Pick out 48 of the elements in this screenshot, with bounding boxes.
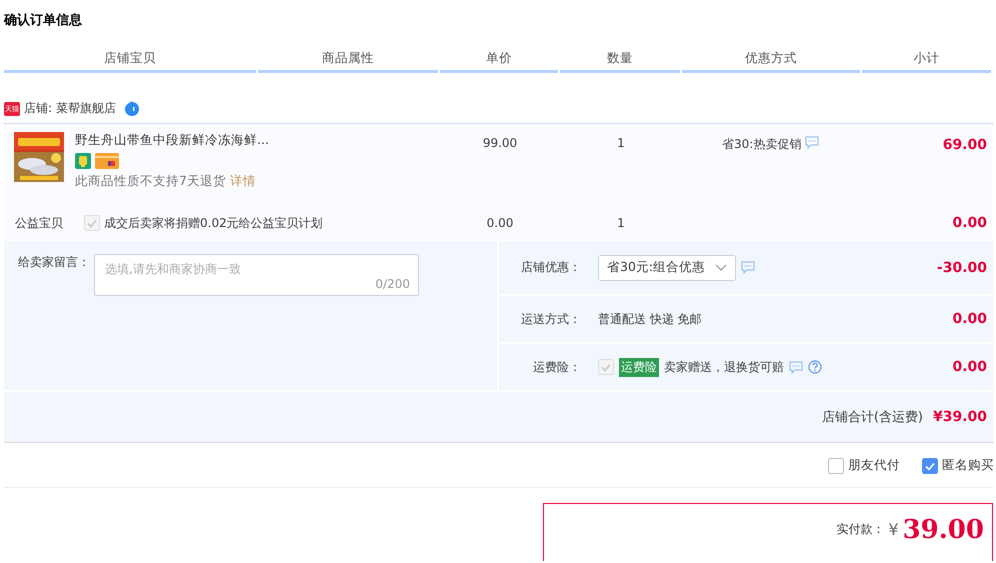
return-note: 此商品性质不支持7天退货	[75, 173, 226, 188]
store-total: ¥39.00	[932, 409, 987, 425]
column-header: 小计	[914, 50, 940, 65]
page-title: 确认订单信息	[2, 12, 83, 29]
checkbox[interactable]	[922, 458, 938, 474]
column-header: 数量	[607, 50, 633, 65]
shipping-method: 普通配送 快递 免邮	[598, 310, 702, 328]
option-label: 店铺优惠：	[520, 259, 581, 276]
unit-price: 99.00	[482, 136, 518, 150]
card-icon	[95, 153, 119, 169]
product-name[interactable]: 野生舟山带鱼中段新鲜冷冻海鲜...	[75, 132, 269, 149]
option-amount: 0.00	[952, 359, 987, 375]
store-name[interactable]: 店铺: 菜帮旗舰店	[24, 100, 116, 117]
option-amount: -30.00	[936, 260, 987, 276]
column-header: 商品属性	[322, 50, 374, 65]
store-total-label: 店铺合计(含运费)	[822, 409, 923, 426]
column-header: 店铺宝贝	[104, 50, 156, 65]
service-icon	[75, 153, 91, 169]
unit-price: 0.00	[486, 216, 514, 230]
column-header: 优惠方式	[745, 50, 797, 65]
chat-icon[interactable]	[741, 261, 756, 274]
option-label: 运送方式：	[520, 310, 581, 328]
character-counter: 0/200	[375, 277, 410, 291]
option-label: 运费险：	[532, 358, 581, 376]
promotion: 省30:热卖促销	[722, 136, 802, 153]
chat-bubble-icon[interactable]	[124, 100, 140, 116]
insurance-tag: 运费险	[619, 358, 659, 376]
charity-text: 成交后卖家将捐赠0.02元给公益宝贝计划	[104, 214, 323, 232]
checkbox-label[interactable]: 朋友代付	[848, 457, 900, 474]
charity-label: 公益宝贝	[15, 214, 63, 232]
insurance-text: 卖家赠送，退换货可赔	[664, 358, 784, 376]
discount-dropdown[interactable]: 省30元:组合优惠	[598, 254, 736, 280]
quantity: 1	[617, 216, 625, 230]
currency-symbol: ¥	[888, 520, 899, 539]
subtotal: 0.00	[952, 215, 987, 231]
checkbox-label[interactable]: 匿名购买	[942, 457, 994, 474]
chat-icon[interactable]	[789, 360, 803, 374]
quantity: 1	[617, 136, 625, 150]
payment-label: 实付款：	[836, 521, 884, 538]
option-amount: 0.00	[952, 311, 987, 327]
subtotal: 69.00	[942, 137, 987, 153]
checkbox[interactable]	[828, 458, 844, 474]
caret-icon	[715, 264, 728, 272]
column-header: 单价	[486, 50, 512, 65]
payment-amount: 39.00	[902, 514, 984, 544]
chat-icon[interactable]	[805, 136, 820, 149]
message-label: 给卖家留言：	[18, 254, 90, 271]
help-icon[interactable]	[808, 360, 822, 374]
